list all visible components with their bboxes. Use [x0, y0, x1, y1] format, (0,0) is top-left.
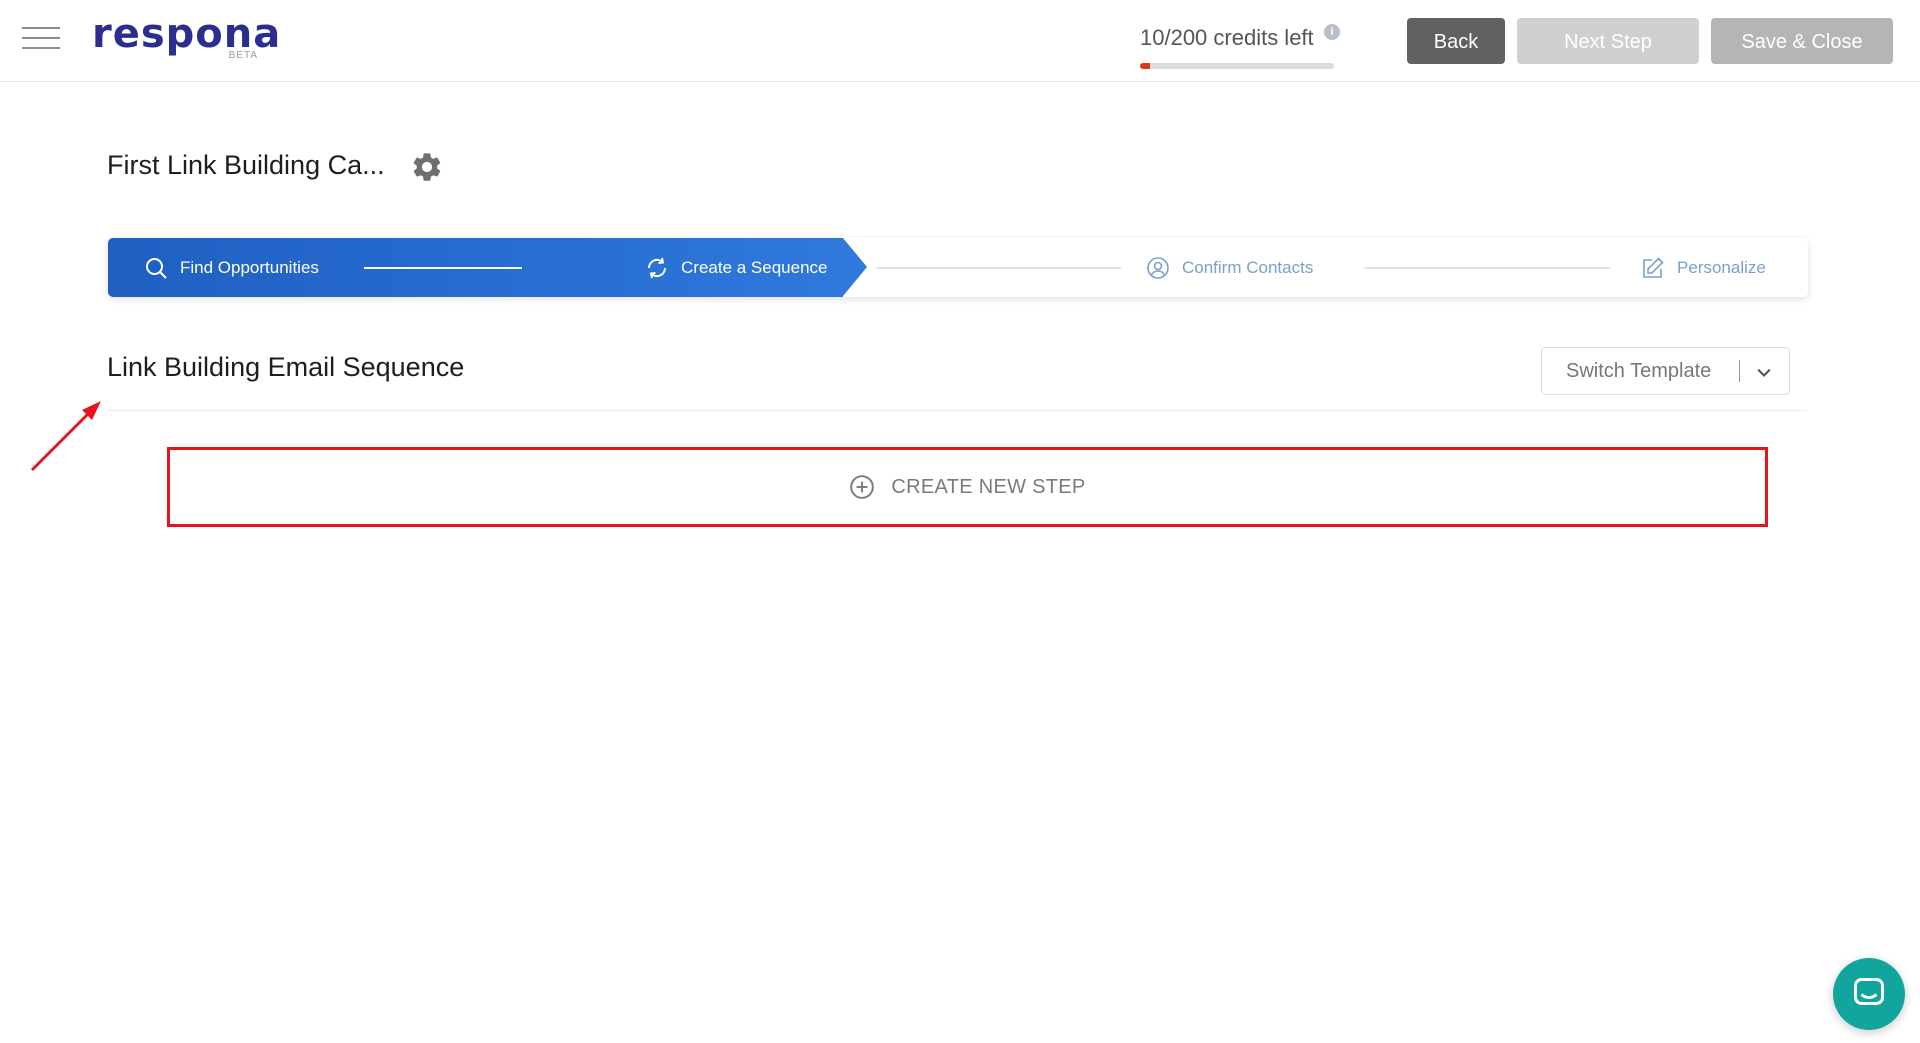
logo[interactable]: respona BETA [92, 12, 280, 64]
annotation-arrow-icon [30, 401, 101, 472]
chat-icon [1854, 978, 1884, 1005]
menu-icon[interactable] [22, 27, 60, 51]
credits-progress-bar [1140, 63, 1334, 69]
dropdown-separator [1739, 360, 1740, 382]
search-icon [146, 257, 167, 279]
info-icon[interactable]: i [1324, 24, 1340, 40]
plus-circle-icon [850, 475, 875, 499]
next-step-button[interactable]: Next Step [1517, 18, 1699, 64]
chat-widget-button[interactable] [1833, 958, 1905, 1030]
active-step-arrow [843, 238, 867, 296]
gear-icon[interactable] [410, 150, 444, 184]
step-confirm-contacts[interactable]: Confirm Contacts [1146, 238, 1313, 297]
step-create-sequence[interactable]: Create a Sequence [645, 238, 828, 297]
create-new-step-content: CREATE NEW STEP [170, 450, 1765, 524]
refresh-icon [647, 257, 667, 278]
switch-template-dropdown[interactable]: Switch Template [1541, 347, 1790, 395]
step-label: Confirm Contacts [1182, 257, 1314, 277]
switch-template-label: Switch Template [1566, 360, 1712, 382]
chevron-down-icon[interactable] [1754, 363, 1774, 383]
campaign-title: First Link Building Ca... [107, 150, 385, 180]
credits-progress-fill [1140, 63, 1150, 69]
section-divider [107, 410, 1807, 411]
create-new-step-button[interactable]: CREATE NEW STEP [167, 447, 1768, 527]
step-connector [876, 267, 1121, 269]
step-connector [1364, 267, 1610, 269]
save-close-button[interactable]: Save & Close [1711, 18, 1893, 64]
edit-icon [1643, 256, 1664, 278]
step-find-opportunities[interactable]: Find Opportunities [144, 238, 319, 297]
sequence-title: Link Building Email Sequence [107, 352, 465, 382]
beta-badge: BETA [228, 50, 258, 61]
step-label: Find Opportunities [180, 257, 319, 277]
wizard-steps: Find Opportunities Create a Sequence Con… [108, 238, 1808, 297]
user-circle-icon [1147, 256, 1169, 279]
top-bar: respona BETA 10/200 credits left i Back … [0, 0, 1920, 82]
create-new-step-label: CREATE NEW STEP [891, 475, 1086, 498]
step-label: Personalize [1677, 257, 1766, 277]
back-button[interactable]: Back [1407, 18, 1505, 64]
step-label: Create a Sequence [681, 257, 828, 277]
credits-label: 10/200 credits left [1140, 25, 1314, 50]
step-personalize[interactable]: Personalize [1641, 238, 1766, 297]
step-connector [364, 267, 522, 269]
